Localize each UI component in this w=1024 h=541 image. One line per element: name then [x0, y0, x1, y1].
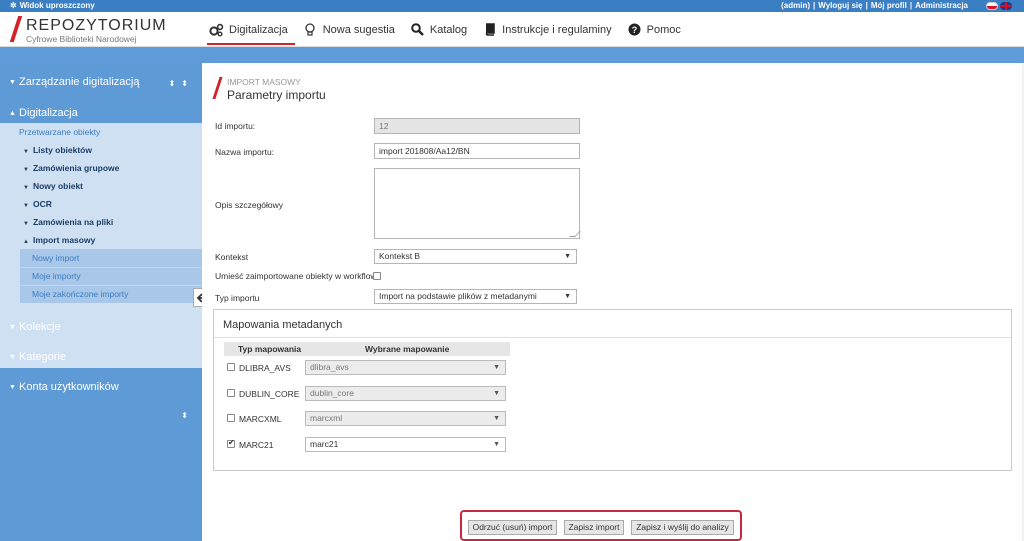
sidebar-item-zamowienia-grupowe[interactable]: ▼ Zamówienia grupowe [23, 163, 119, 173]
sidebar-item-moje-importy[interactable]: Moje importy [32, 271, 81, 281]
username: (admin) [781, 1, 811, 10]
logo-slash [9, 16, 23, 42]
mapping-checkbox-marcxml[interactable] [227, 414, 235, 422]
profile-link[interactable]: Mój profil [871, 1, 907, 10]
svg-text:?: ? [631, 25, 637, 35]
sidebar: ▼ Zarządzanie digitalizacją ⬍⬍ ▲ Digital… [0, 63, 202, 541]
name-label: Nazwa importu: [215, 147, 275, 157]
chevron-down-icon: ▼ [564, 253, 571, 260]
column-type: Typ mapowania [238, 344, 302, 354]
logout-link[interactable]: Wyloguj się [818, 1, 862, 10]
chevron-down-icon: ▼ [564, 293, 571, 300]
chevron-down-icon: ▼ [493, 441, 500, 448]
reorder-icon[interactable]: ⬍⬍ [169, 79, 194, 88]
discard-import-button[interactable]: Odrzuć (usuń) import [468, 520, 557, 535]
gears-icon [209, 22, 224, 37]
nav-digitalizacja[interactable]: Digitalizacja [207, 12, 295, 47]
chevron-down-icon: ▼ [493, 390, 500, 397]
mapping-title: Mapowania metadanych [223, 319, 343, 331]
sidebar-item-nowy-import[interactable]: Nowy import [32, 253, 79, 263]
mapping-checkbox-dlibra[interactable] [227, 363, 235, 371]
logo-title: REPOZYTORIUM [26, 17, 167, 34]
import-type-label: Typ importu [215, 293, 260, 303]
sidebar-item-listy[interactable]: ▼ Listy obiektów [23, 145, 92, 155]
sidebar-item-zamowienia-na-pliki[interactable]: ▼ Zamówienia na pliki [23, 217, 113, 227]
book-icon [482, 22, 497, 37]
top-bar: ✲ Widok uproszczony (admin) | Wyloguj się | M… [0, 0, 1024, 12]
action-buttons: Odrzuć (usuń) import Zapisz import Zapis… [460, 510, 742, 541]
chevron-down-icon: ▼ [493, 415, 500, 422]
mapping-select-dlibra[interactable]: dlibra_avs ▼ [305, 360, 506, 375]
description-textarea[interactable] [374, 168, 581, 239]
search-icon [410, 22, 425, 37]
main-nav: Digitalizacja Nowa sugestia Katalog Inst… [207, 12, 694, 47]
mapping-checkbox-marc21[interactable] [227, 438, 235, 448]
column-selected: Wybrane mapowanie [365, 344, 450, 354]
context-select[interactable]: Kontekst B ▼ [374, 249, 577, 264]
context-label: Kontekst [215, 252, 249, 262]
import-submenu: Nowy import Moje importy Moje zakończone… [20, 249, 202, 303]
polish-flag-icon[interactable] [986, 2, 998, 10]
lightbulb-icon [303, 22, 318, 37]
mapping-checkbox-dublin[interactable] [227, 389, 235, 397]
name-field[interactable]: import 201808/Aa12/BN [374, 143, 580, 159]
workflow-checkbox[interactable] [373, 272, 381, 280]
nav-katalog[interactable]: Katalog [408, 12, 474, 47]
breadcrumb: IMPORT MASOWY [227, 77, 301, 87]
gear-icon: ✲ [10, 1, 17, 10]
resize-handle[interactable] [569, 231, 581, 237]
mapping-table-header: Typ mapowania Wybrane mapowanie [224, 342, 510, 356]
sidebar-item-nowy-obiekt[interactable]: ▼ Nowy obiekt [23, 181, 83, 191]
page-title: Parametry importu [227, 88, 326, 102]
save-and-send-button[interactable]: Zapisz i wyślij do analizy [631, 520, 734, 535]
description-label: Opis szczegółowy [215, 200, 284, 210]
id-label: Id importu: [215, 121, 256, 131]
question-circle-icon: ? [627, 22, 642, 37]
simplified-view-link[interactable]: ✲ Widok uproszczony [10, 0, 95, 12]
logo-subtitle: Cyfrowe Biblioteki Narodowej [26, 34, 137, 44]
sidebar-item-ocr[interactable]: ▼ OCR [23, 199, 52, 209]
nav-pomoc[interactable]: ? Pomoc [625, 12, 688, 47]
mapping-panel: Mapowania metadanych Typ mapowania Wybra… [213, 309, 1012, 471]
workflow-label: Umieść zaimportowane obiekty w workflow [215, 271, 377, 281]
import-type-select[interactable]: Import na podstawie plików z metadanymi ▼ [374, 289, 577, 304]
id-field: 12 [374, 118, 580, 134]
mapping-select-dublin[interactable]: dublin_core ▼ [305, 386, 506, 401]
main-content: IMPORT MASOWY Parametry importu Id impor… [202, 63, 1022, 541]
nav-instrukcje[interactable]: Instrukcje i regulaminy [480, 12, 618, 47]
mapping-select-marc21[interactable]: marc21 ▼ [305, 437, 506, 452]
sidebar-item-przetwarzane[interactable]: Przetwarzane obiekty [19, 127, 100, 137]
header-band [0, 47, 1024, 63]
chevron-down-icon: ▼ [493, 364, 500, 371]
reorder-icon[interactable]: ⬍ [181, 411, 194, 420]
sidebar-item-import-masowy[interactable]: ▲ Import masowy [23, 235, 95, 245]
header: REPOZYTORIUM Cyfrowe Biblioteki Narodowe… [0, 12, 1024, 47]
mapping-select-marcxml[interactable]: marcxml ▼ [305, 411, 506, 426]
admin-link[interactable]: Administracja [915, 1, 968, 10]
english-flag-icon[interactable] [1000, 2, 1012, 10]
nav-nowa-sugestia[interactable]: Nowa sugestia [301, 12, 402, 47]
sidebar-item-moje-zakonczone[interactable]: Moje zakończone importy [32, 289, 128, 299]
save-import-button[interactable]: Zapisz import [564, 520, 624, 535]
user-links: (admin) | Wyloguj się | Mój profil | Administr… [781, 1, 968, 10]
